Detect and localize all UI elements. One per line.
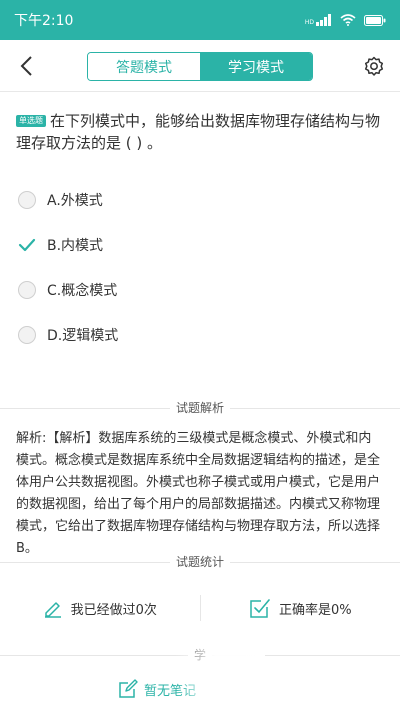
radio-unchecked-icon — [18, 280, 36, 299]
mode-switch: 答题模式 学习模式 — [87, 52, 313, 81]
option-b[interactable]: B.内模式 — [18, 222, 378, 267]
gear-icon — [364, 56, 384, 76]
fade-overlay — [175, 640, 265, 711]
option-label: C.概念模式 — [47, 282, 118, 299]
signal-icon: HD — [305, 14, 332, 26]
options-list: A.外模式 B.内模式 C.概念模式 D.逻辑模式 — [18, 177, 378, 357]
tab-answer-mode[interactable]: 答题模式 — [88, 53, 200, 80]
analysis-text: 解析:【解析】数据库系统的三级模式是概念模式、外模式和内模式。概念模式是数据库系… — [16, 431, 381, 556]
stats-row: 我已经做过0次 正确率是0% — [0, 590, 400, 626]
stats-title: 试题统计 — [169, 555, 230, 569]
question-text: 在下列模式中，能够给出数据库物理存储结构与物理存取方法的是 ( ) 。 — [16, 112, 381, 152]
accuracy-text: 正确率是0% — [278, 602, 352, 618]
pencil-icon — [44, 602, 61, 618]
stats-section-header: 试题统计 — [0, 552, 400, 572]
edit-note-icon — [119, 679, 138, 698]
back-button[interactable] — [14, 53, 38, 79]
checkbox-icon — [250, 599, 270, 618]
signal-label: HD — [304, 19, 314, 26]
analysis-title: 试题解析 — [169, 401, 230, 415]
radio-unchecked-icon — [18, 190, 36, 209]
battery-icon — [364, 14, 386, 26]
done-count-text: 我已经做过0次 — [70, 602, 157, 618]
status-icons: HD — [305, 14, 386, 26]
chevron-left-icon — [20, 56, 32, 76]
settings-button[interactable] — [362, 54, 386, 78]
tab-study-mode[interactable]: 学习模式 — [200, 53, 312, 80]
option-c[interactable]: C.概念模式 — [18, 267, 378, 312]
wifi-icon — [340, 14, 356, 26]
option-label: B.内模式 — [47, 237, 104, 254]
analysis-section-header: 试题解析 — [0, 398, 400, 418]
option-label: D.逻辑模式 — [47, 327, 119, 344]
question-stem: 单选题 在下列模式中，能够给出数据库物理存储结构与物理存取方法的是 ( ) 。 — [16, 110, 384, 154]
stat-done-count: 我已经做过0次 — [0, 590, 200, 626]
question-type-badge: 单选题 — [16, 115, 46, 127]
stat-accuracy: 正确率是0% — [201, 590, 400, 626]
option-a[interactable]: A.外模式 — [18, 177, 378, 222]
option-d[interactable]: D.逻辑模式 — [18, 312, 378, 357]
status-bar: 下午2:10 HD — [0, 0, 400, 40]
check-icon — [18, 236, 36, 254]
header: 答题模式 学习模式 — [0, 40, 400, 92]
radio-unchecked-icon — [18, 325, 36, 344]
option-label: A.外模式 — [47, 192, 103, 209]
status-time: 下午2:10 — [14, 13, 74, 29]
